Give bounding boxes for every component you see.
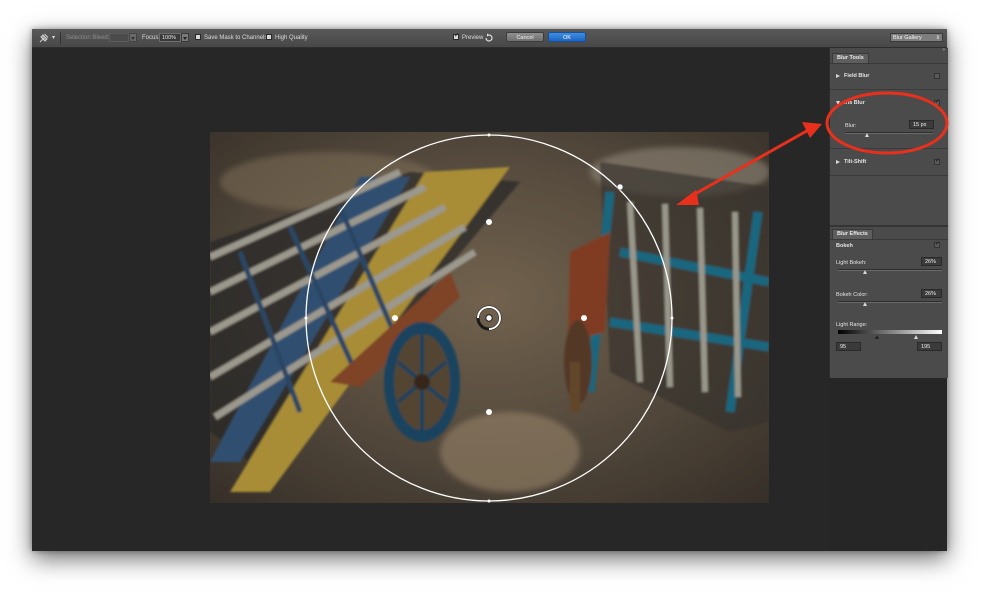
- bokeh-color-field[interactable]: 26%: [921, 289, 942, 298]
- ok-button[interactable]: OK: [548, 32, 586, 42]
- light-range-label: Light Range:: [836, 322, 868, 328]
- divider: [830, 225, 948, 227]
- light-range-low-thumb[interactable]: [875, 335, 879, 339]
- photo-image[interactable]: [210, 132, 769, 503]
- save-mask-label: Save Mask to Channels: [204, 35, 268, 41]
- light-range-gradient[interactable]: [838, 330, 942, 334]
- tilt-shift-section[interactable]: Tilt-Shift: [830, 150, 948, 176]
- field-blur-label: Field Blur: [844, 73, 870, 79]
- blur-gallery-select-label: Blur Gallery: [893, 35, 922, 41]
- tool-preset-chevron-icon[interactable]: ▾: [52, 29, 55, 47]
- preview-checkbox[interactable]: [453, 32, 459, 40]
- expand-arrow-icon: [836, 73, 840, 78]
- divider: [830, 239, 948, 240]
- selection-bleed-label: Selection Bleed:: [66, 35, 110, 41]
- blur-gallery-window: ▾ Selection Bleed: Focus: 100% Save Mask…: [32, 29, 948, 551]
- canvas-area[interactable]: [32, 48, 829, 551]
- divider: [60, 32, 61, 44]
- bokeh-checkbox[interactable]: [934, 240, 940, 248]
- focus-field[interactable]: 100%: [159, 33, 181, 42]
- light-bokeh-label: Light Bokeh:: [836, 260, 867, 266]
- bokeh-color-slider-track[interactable]: [838, 301, 942, 303]
- blur-slider-track[interactable]: [845, 132, 933, 134]
- high-quality-label: High Quality: [275, 35, 308, 41]
- iris-blur-label: Iris Blur: [844, 100, 865, 106]
- blur-tools-panel: » Blur Tools Field Blur Iris Blur Blur: …: [829, 47, 948, 378]
- tilt-shift-checkbox[interactable]: [934, 157, 940, 165]
- pin-tool-icon[interactable]: [38, 29, 50, 47]
- focus-label: Focus:: [142, 35, 161, 41]
- bokeh-color-slider-thumb[interactable]: [862, 302, 867, 306]
- select-arrows-icon: ⇕: [935, 35, 940, 41]
- cancel-button[interactable]: Cancel: [506, 32, 544, 42]
- bokeh-label: Bokeh: [836, 243, 853, 249]
- tab-blur-effects[interactable]: Blur Effects: [832, 229, 873, 239]
- light-range-low-field[interactable]: 95: [836, 342, 861, 351]
- reset-pins-icon[interactable]: [484, 29, 494, 47]
- light-range-high-field[interactable]: 195: [917, 342, 942, 351]
- expand-arrow-icon: [836, 159, 840, 164]
- tilt-shift-header[interactable]: Tilt-Shift: [836, 159, 866, 165]
- blur-slider-thumb[interactable]: [864, 133, 869, 137]
- light-bokeh-slider-thumb[interactable]: [862, 270, 867, 274]
- save-mask-checkbox[interactable]: [195, 34, 201, 40]
- options-bar: ▾ Selection Bleed: Focus: 100% Save Mask…: [32, 29, 947, 48]
- collapse-panel-icon[interactable]: »: [942, 47, 945, 53]
- light-bokeh-slider-track[interactable]: [838, 269, 942, 271]
- tab-blur-tools[interactable]: Blur Tools: [832, 53, 869, 63]
- iris-blur-section[interactable]: Iris Blur Blur: 15 px: [830, 91, 948, 149]
- bokeh-color-label: Bokeh Color:: [836, 292, 868, 298]
- iris-blur-checkbox[interactable]: [934, 98, 940, 106]
- light-bokeh-field[interactable]: 26%: [921, 257, 942, 266]
- focus-dropdown-icon[interactable]: [181, 33, 189, 42]
- blur-amount-label: Blur:: [845, 123, 857, 129]
- light-range-high-thumb[interactable]: [914, 335, 918, 339]
- high-quality-checkbox[interactable]: [266, 34, 272, 40]
- selection-bleed-dropdown-icon: [129, 33, 137, 42]
- iris-blur-header[interactable]: Iris Blur: [836, 100, 865, 106]
- collapse-arrow-icon: [836, 100, 840, 105]
- preview-label: Preview: [462, 35, 484, 41]
- field-blur-header[interactable]: Field Blur: [836, 73, 869, 79]
- field-blur-section[interactable]: Field Blur: [830, 64, 948, 90]
- blur-amount-field[interactable]: 15 px: [909, 120, 934, 129]
- selection-bleed-field: [109, 33, 129, 42]
- blur-gallery-select[interactable]: Blur Gallery ⇕: [890, 33, 943, 42]
- tilt-shift-label: Tilt-Shift: [844, 159, 867, 165]
- field-blur-checkbox[interactable]: [934, 73, 940, 79]
